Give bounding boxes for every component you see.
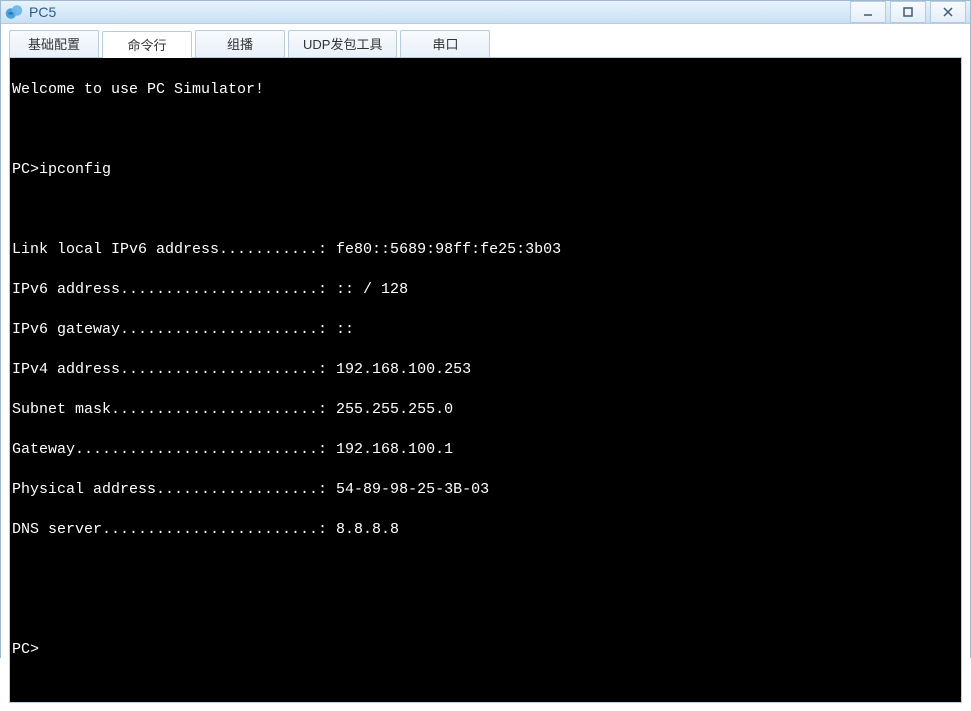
terminal-line — [12, 200, 959, 220]
terminal-line: IPv6 address......................: :: /… — [12, 280, 959, 300]
tab-udp-tool[interactable]: UDP发包工具 — [288, 30, 397, 57]
title-bar[interactable]: PC5 — [1, 1, 970, 24]
terminal-line: Welcome to use PC Simulator! — [12, 80, 959, 100]
terminal-line: Link local IPv6 address...........: fe80… — [12, 240, 959, 260]
terminal-container: Welcome to use PC Simulator! PC>ipconfig… — [9, 58, 962, 703]
tab-multicast[interactable]: 组播 — [195, 30, 285, 57]
terminal-line — [12, 120, 959, 140]
app-icon — [5, 3, 23, 21]
tab-serial-port[interactable]: 串口 — [400, 30, 490, 57]
terminal-prompt: PC>ipconfig — [12, 160, 959, 180]
content-area: 基础配置 命令行 组播 UDP发包工具 串口 Welcome to use PC… — [1, 24, 970, 711]
maximize-button[interactable] — [890, 1, 926, 23]
close-button[interactable] — [930, 1, 966, 23]
terminal[interactable]: Welcome to use PC Simulator! PC>ipconfig… — [10, 58, 961, 702]
terminal-line: Gateway...........................: 192.… — [12, 440, 959, 460]
terminal-prompt: PC> — [12, 640, 959, 660]
terminal-line: Physical address..................: 54-8… — [12, 480, 959, 500]
tab-bar: 基础配置 命令行 组播 UDP发包工具 串口 — [9, 30, 962, 58]
terminal-line: DNS server........................: 8.8.… — [12, 520, 959, 540]
terminal-line: IPv6 gateway......................: :: — [12, 320, 959, 340]
tab-basic-config[interactable]: 基础配置 — [9, 30, 99, 57]
minimize-button[interactable] — [850, 1, 886, 23]
tab-command-line[interactable]: 命令行 — [102, 31, 192, 58]
terminal-line: Subnet mask.......................: 255.… — [12, 400, 959, 420]
terminal-line — [12, 600, 959, 620]
terminal-line: IPv4 address......................: 192.… — [12, 360, 959, 380]
window-title: PC5 — [29, 4, 846, 20]
terminal-line — [12, 560, 959, 580]
pc-simulator-window: PC5 基础配置 命令行 组播 UDP发包工具 串口 Welcome to us… — [0, 0, 971, 658]
window-controls — [846, 1, 966, 23]
